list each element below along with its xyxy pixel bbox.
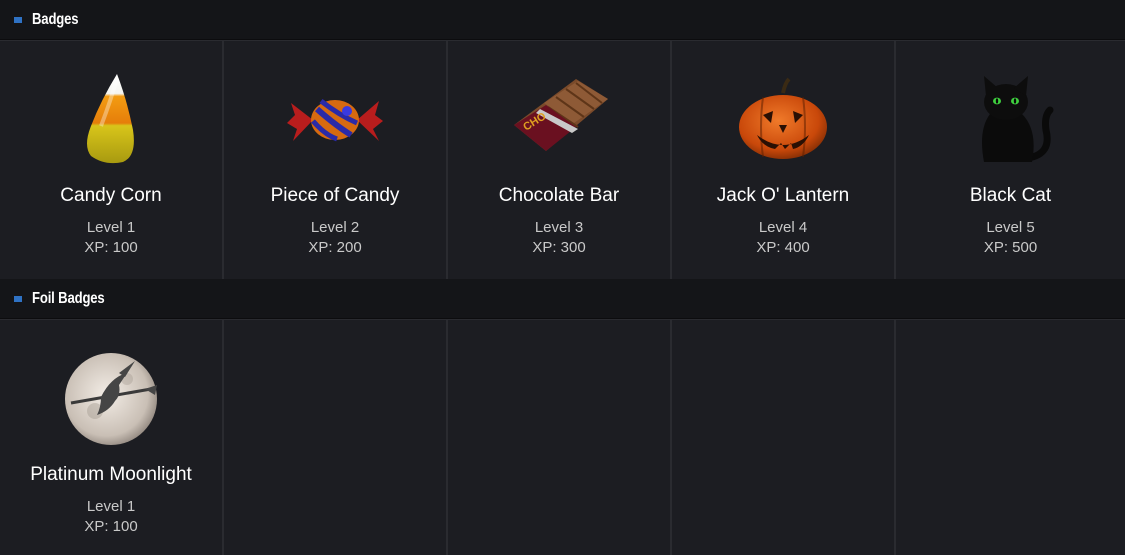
section-header-badges: Badges [0, 0, 1125, 40]
black-cat-icon [956, 65, 1066, 175]
badge-card[interactable]: CHO Chocolate Bar Level 3 XP: 300 [448, 41, 672, 279]
badge-card[interactable]: Black Cat Level 5 XP: 500 [896, 41, 1125, 279]
candy-corn-icon [56, 65, 166, 175]
badge-xp: XP: 500 [983, 239, 1038, 256]
badge-card[interactable]: Piece of Candy Level 2 XP: 200 [224, 41, 448, 279]
badge-level: Level 5 [986, 219, 1035, 236]
badge-level: Level 1 [86, 498, 136, 515]
badge-name: Candy Corn [60, 185, 162, 206]
section-header-foil-badges: Foil Badges [0, 279, 1125, 319]
badge-xp: XP: 200 [308, 239, 362, 256]
badge-level: Level 3 [534, 219, 584, 236]
empty-badge-slot [224, 320, 448, 555]
badge-level: Level 4 [758, 219, 808, 236]
section-marker [14, 295, 22, 302]
section-marker [14, 16, 22, 23]
empty-badge-slot [896, 320, 1125, 555]
moon-witch-icon [56, 344, 166, 454]
section-title: Badges [32, 10, 79, 28]
badge-name: Black Cat [969, 185, 1052, 206]
badge-card[interactable]: Candy Corn Level 1 XP: 100 [0, 41, 224, 279]
badge-level: Level 1 [86, 219, 136, 236]
badge-xp: XP: 100 [84, 518, 138, 535]
badge-name: Jack O' Lantern [716, 185, 850, 206]
badges-grid: Candy Corn Level 1 XP: 100 Piece of Cand… [0, 40, 1125, 279]
badge-card[interactable]: Jack O' Lantern Level 4 XP: 400 [672, 41, 896, 279]
badge-card[interactable]: Platinum Moonlight Level 1 XP: 100 [0, 320, 224, 555]
wrapped-candy-icon [280, 65, 390, 175]
empty-badge-slot [448, 320, 672, 555]
badge-xp: XP: 300 [532, 239, 586, 256]
empty-badge-slot [672, 320, 896, 555]
badge-name: Chocolate Bar [498, 185, 620, 206]
badge-level: Level 2 [310, 219, 360, 236]
section-title: Foil Badges [32, 289, 105, 307]
badge-name: Platinum Moonlight [30, 464, 192, 485]
jack-o-lantern-icon [728, 65, 838, 175]
badge-xp: XP: 100 [84, 239, 138, 256]
foil-badges-grid: Platinum Moonlight Level 1 XP: 100 [0, 319, 1125, 555]
badge-name: Piece of Candy [270, 185, 400, 206]
badge-xp: XP: 400 [756, 239, 810, 256]
chocolate-bar-icon: CHO [504, 65, 614, 175]
